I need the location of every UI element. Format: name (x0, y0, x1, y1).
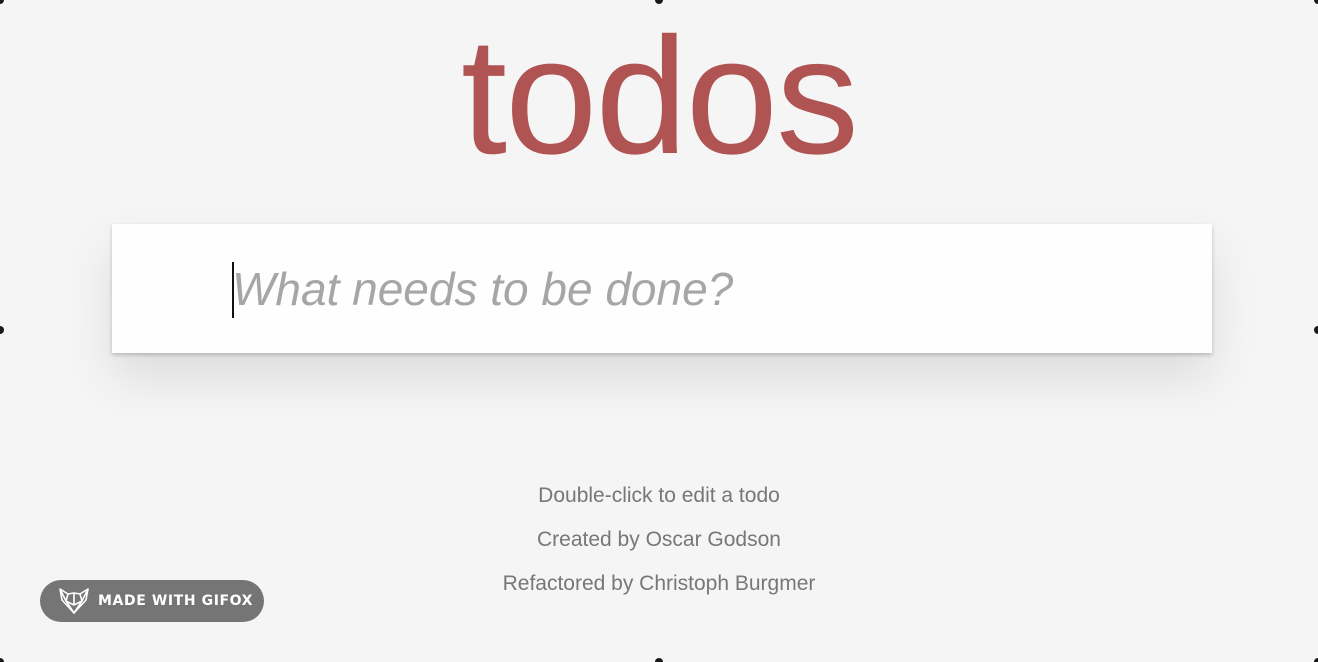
info-edit-hint: Double-click to edit a todo (538, 484, 780, 507)
resize-handle-right[interactable] (1314, 326, 1318, 334)
resize-handle-bottom-left[interactable] (0, 658, 4, 662)
resize-handle-top-left[interactable] (0, 0, 4, 4)
resize-handle-bottom[interactable] (655, 658, 663, 662)
resize-handle-bottom-right[interactable] (1314, 658, 1318, 662)
todo-app-panel (112, 224, 1212, 353)
resize-handle-top-right[interactable] (1314, 0, 1318, 4)
fox-icon (58, 587, 90, 615)
new-todo-input[interactable] (232, 224, 1192, 353)
text-cursor (232, 262, 234, 318)
resize-handle-left[interactable] (0, 326, 4, 334)
info-created-by: Created by Oscar Godson (537, 528, 781, 551)
gifox-badge: MADE WITH GIFOX (40, 580, 264, 622)
app-title: todos (460, 4, 859, 189)
badge-label: MADE WITH GIFOX (98, 593, 254, 609)
